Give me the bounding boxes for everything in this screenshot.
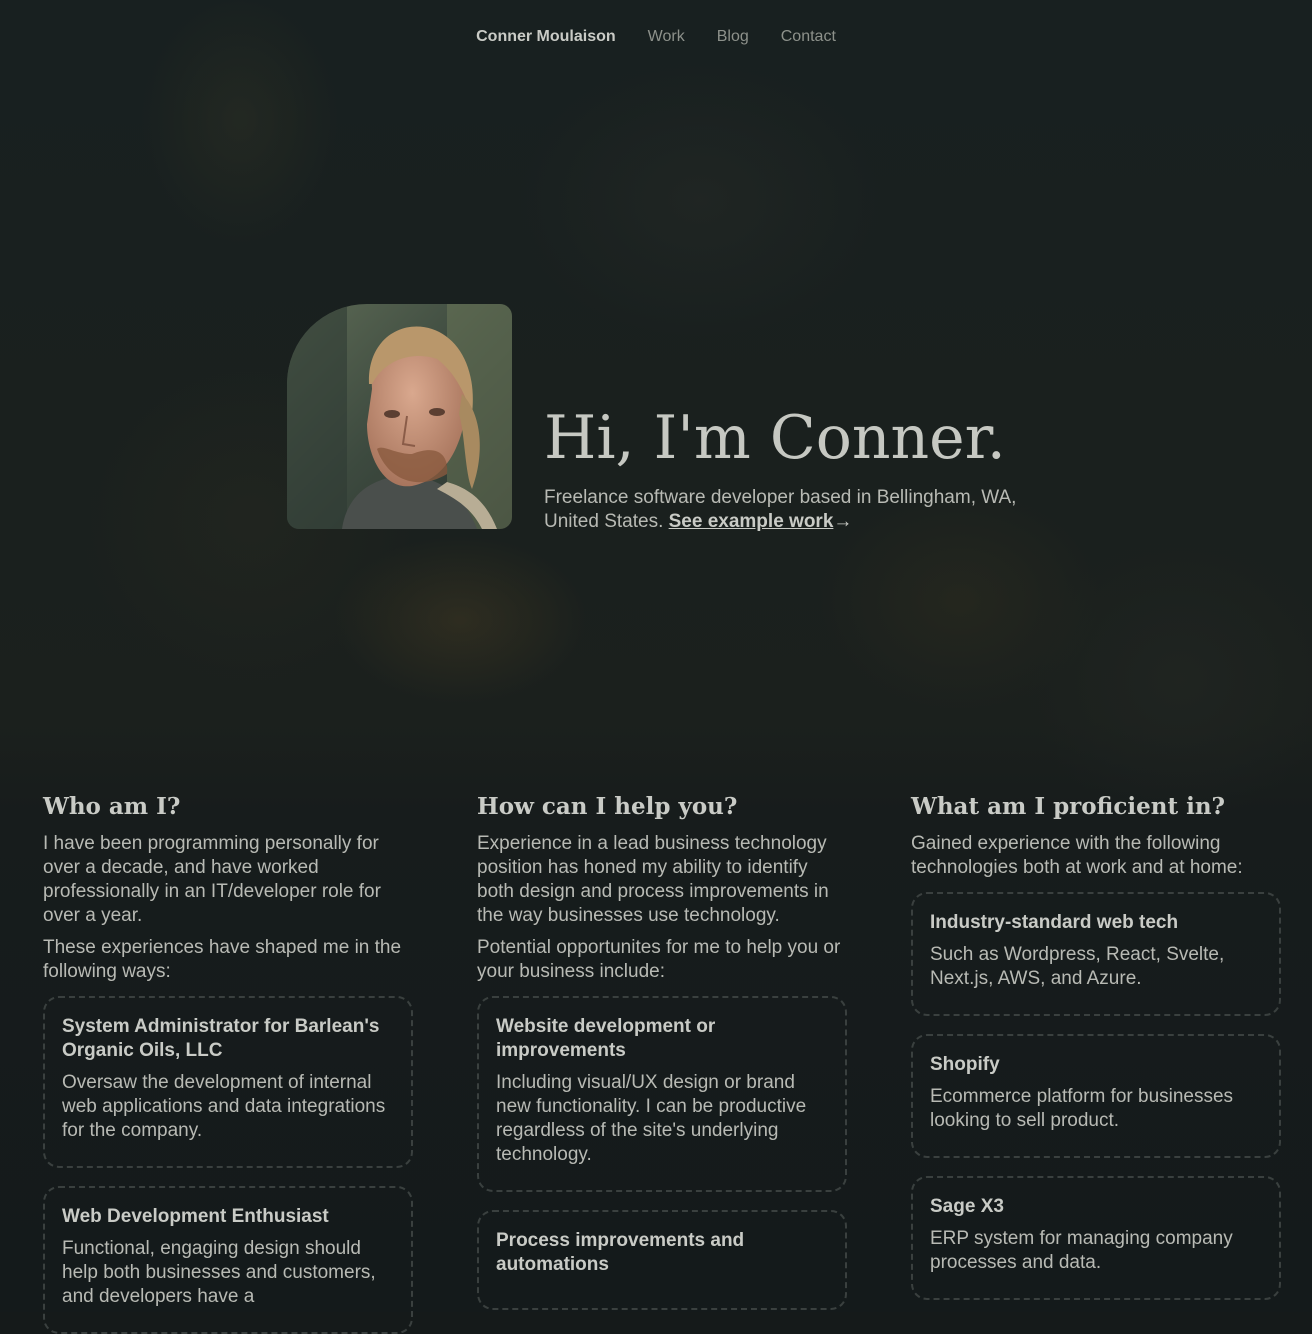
card-title: System Administrator for Barlean's Organ…	[62, 1016, 380, 1061]
service-card: Website development or improvements Incl…	[477, 996, 847, 1192]
section-paragraph: I have been programming personally for o…	[43, 833, 381, 926]
card-description: Oversaw the development of internal web …	[62, 1072, 386, 1141]
card-title: Industry-standard web tech	[930, 912, 1179, 933]
card-title: Web Development Enthusiast	[62, 1206, 329, 1227]
section-paragraph: These experiences have shaped me in the …	[43, 937, 402, 982]
service-card: Process improvements and automations	[477, 1210, 847, 1310]
card-description: Including visual/UX design or brand new …	[496, 1072, 807, 1165]
arrow-right-icon: →	[833, 511, 853, 532]
section-paragraph: Experience in a lead business technology…	[477, 833, 829, 926]
card-description: ERP system for managing company processe…	[930, 1228, 1233, 1273]
card-title: Process improvements and automations	[496, 1230, 745, 1275]
see-example-work-label: See example work	[668, 511, 834, 532]
brand-link[interactable]: Conner Moulaison	[476, 28, 616, 46]
section-paragraph: Gained experience with the following tec…	[911, 833, 1243, 878]
section-heading: Who am I?	[43, 793, 181, 820]
skill-card: Sage X3 ERP system for managing company …	[911, 1176, 1281, 1300]
section-heading: How can I help you?	[477, 793, 738, 820]
top-nav: Conner Moulaison Work Blog Contact	[0, 28, 1312, 46]
hero-title: Hi, I'm Conner.	[544, 403, 1006, 473]
card-title: Sage X3	[930, 1196, 1004, 1217]
nav-link-work[interactable]: Work	[648, 28, 685, 46]
card-description: Functional, engaging design should help …	[62, 1238, 376, 1307]
how-can-i-help-section: How can I help you? Experience in a lead…	[477, 790, 847, 1310]
card-title: Shopify	[930, 1054, 1000, 1075]
section-paragraph: Potential opportunites for me to help yo…	[477, 937, 841, 982]
skill-card: Shopify Ecommerce platform for businesse…	[911, 1034, 1281, 1158]
skill-card: Industry-standard web tech Such as Wordp…	[911, 892, 1281, 1016]
card-description: Such as Wordpress, React, Svelte, Next.j…	[930, 944, 1225, 989]
section-heading: What am I proficient in?	[911, 793, 1226, 820]
nav-link-blog[interactable]: Blog	[717, 28, 749, 46]
nav-link-contact[interactable]: Contact	[781, 28, 836, 46]
see-example-work-link[interactable]: See example work	[669, 511, 834, 532]
proficiencies-section: What am I proficient in? Gained experien…	[911, 790, 1281, 1300]
experience-card: System Administrator for Barlean's Organ…	[43, 996, 413, 1168]
hero-subtitle: Freelance software developer based in Be…	[544, 486, 1064, 534]
card-description: Ecommerce platform for businesses lookin…	[930, 1086, 1234, 1131]
card-title: Website development or improvements	[496, 1016, 716, 1061]
who-am-i-section: Who am I? I have been programming person…	[43, 790, 413, 1334]
profile-photo	[287, 304, 512, 529]
